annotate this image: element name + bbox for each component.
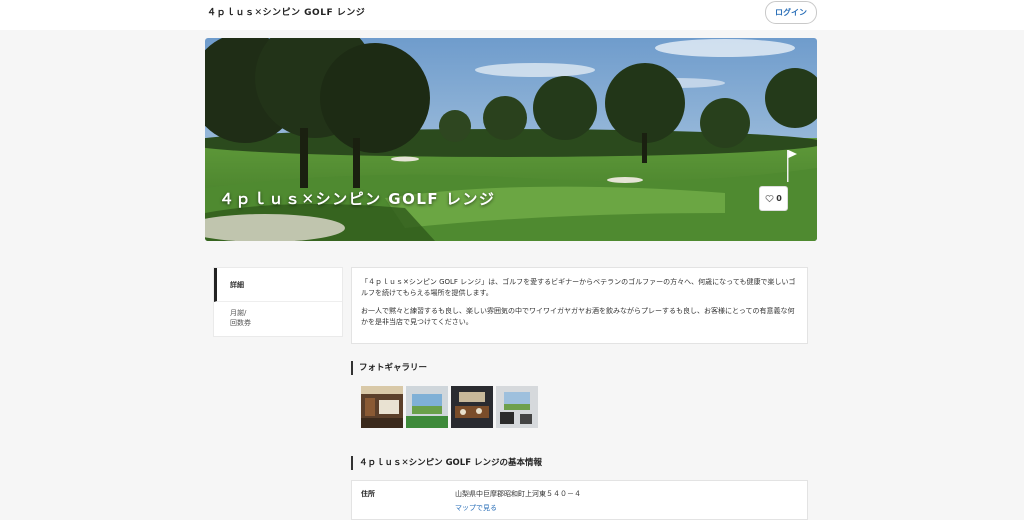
nav-item-label: 詳細 [230,281,244,289]
golf-course-image [205,38,817,241]
gallery-thumbnail[interactable] [361,386,403,428]
nav-item-tickets[interactable]: 月謝/ 回数券 [214,308,358,328]
site-header: ４ｐｌｕｓ✕シンピン GOLF レンジ ログイン [0,0,1024,30]
gallery-title: フォトギャラリー [351,361,427,375]
address-value: 山梨県中巨摩郡昭和町上河東５４０－４ [455,490,581,498]
gallery-photo [406,386,448,428]
gallery-thumbnail[interactable] [406,386,448,428]
nav-item-details[interactable]: 詳細 [214,268,342,302]
map-link[interactable]: マップで見る [455,503,497,513]
hero-title: ４ｐｌｕｓ✕シンピン GOLF レンジ [219,190,496,208]
hero-banner: ４ｐｌｕｓ✕シンピン GOLF レンジ 0 [205,38,817,241]
gallery-photo [361,386,403,428]
gallery-thumbnail[interactable] [451,386,493,428]
basic-info-card: 住所 山梨県中巨摩郡昭和町上河東５４０－４ マップで見る [351,480,808,520]
gallery-photo [496,386,538,428]
address-label: 住所 [361,490,375,498]
side-navigation: 詳細 月謝/ 回数券 [213,267,343,337]
gallery-thumbnail[interactable] [496,386,538,428]
login-button[interactable]: ログイン [765,1,817,24]
description-paragraph: 「４ｐｌｕｓ✕シンピン GOLF レンジ」は、ゴルフを愛するビギナーからベテラン… [361,278,796,297]
photo-gallery [361,386,538,428]
gallery-photo [451,386,493,428]
description-card: 「４ｐｌｕｓ✕シンピン GOLF レンジ」は、ゴルフを愛するビギナーからベテラン… [351,267,808,344]
favorite-count: 0 [776,194,782,203]
description-paragraph: お一人で黙々と練習するも良し、楽しい雰囲気の中でワイワイガヤガヤお酒を飲みながら… [361,307,795,326]
brand-name[interactable]: ４ｐｌｕｓ✕シンピン GOLF レンジ [207,5,365,18]
basic-info-title: ４ｐｌｕｓ✕シンピン GOLF レンジの基本情報 [351,456,542,470]
nav-item-label: 月謝/ [230,309,247,317]
favorite-button[interactable]: 0 [759,186,788,211]
nav-item-label: 回数券 [230,319,251,327]
heart-icon [765,195,774,203]
